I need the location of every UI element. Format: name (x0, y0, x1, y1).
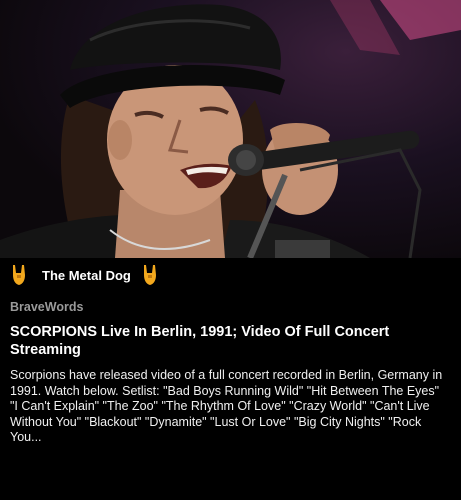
source-bar[interactable]: The Metal Dog (0, 258, 461, 292)
source-name[interactable]: The Metal Dog (42, 268, 131, 283)
rock-horns-icon (137, 262, 163, 288)
publisher-name: BraveWords (10, 300, 84, 314)
article-summary: Scorpions have released video of a full … (10, 368, 443, 444)
hero-image[interactable] (0, 0, 461, 258)
article-content: BraveWords SCORPIONS Live In Berlin, 199… (10, 300, 450, 446)
rock-horns-icon (6, 262, 32, 288)
article-headline[interactable]: SCORPIONS Live In Berlin, 1991; Video Of… (10, 323, 450, 359)
news-card[interactable]: The Metal Dog BraveWords SCORPIONS Live … (0, 0, 461, 500)
concert-photo (0, 0, 461, 258)
